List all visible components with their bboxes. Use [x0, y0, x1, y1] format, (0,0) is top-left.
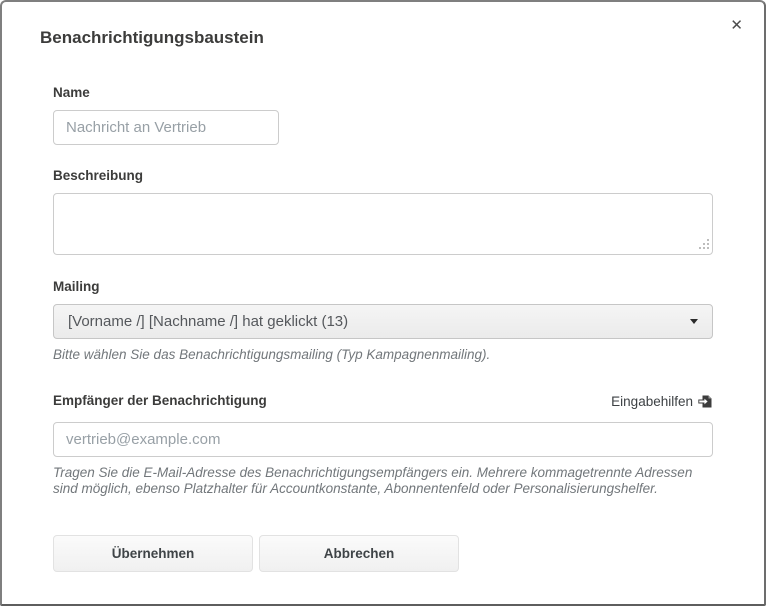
notification-module-dialog: Benachrichtigungsbaustein ✕ Name Beschre…	[0, 0, 766, 606]
mailing-selected-option: [Vorname /] [Nachname /] hat geklickt (1…	[68, 313, 348, 330]
recipient-help-text: Tragen Sie die E-Mail-Adresse des Benach…	[53, 465, 713, 497]
cancel-button[interactable]: Abbrechen	[259, 535, 459, 572]
mailing-select[interactable]: [Vorname /] [Nachname /] hat geklickt (1…	[53, 304, 713, 339]
description-field-group: Beschreibung	[53, 169, 713, 255]
dialog-button-row: Übernehmen Abbrechen	[53, 535, 713, 572]
input-helpers-label: Eingabehilfen	[611, 394, 693, 409]
insert-helper-icon	[698, 394, 713, 409]
chevron-down-icon	[690, 319, 698, 324]
dialog-content: Name Beschreibung Mailing [Vorname /] [N…	[53, 86, 713, 572]
recipient-label-row: Empfänger der Benachrichtigung Eingabehi…	[53, 394, 713, 409]
description-label: Beschreibung	[53, 169, 713, 183]
name-input[interactable]	[53, 110, 279, 145]
recipient-field-group: Empfänger der Benachrichtigung Eingabehi…	[53, 394, 713, 497]
mailing-help-text: Bitte wählen Sie das Benachrichtigungsma…	[53, 347, 713, 363]
apply-button[interactable]: Übernehmen	[53, 535, 253, 572]
resize-grip-icon[interactable]	[707, 247, 709, 249]
name-field-group: Name	[53, 86, 713, 145]
recipient-input[interactable]	[53, 422, 713, 457]
mailing-field-group: Mailing [Vorname /] [Nachname /] hat gek…	[53, 280, 713, 363]
mailing-label: Mailing	[53, 280, 713, 294]
name-label: Name	[53, 86, 713, 100]
recipient-label: Empfänger der Benachrichtigung	[53, 394, 267, 408]
description-textarea[interactable]	[53, 193, 713, 255]
description-textarea-wrap	[53, 193, 713, 255]
dialog-title: Benachrichtigungsbaustein	[40, 28, 764, 48]
input-helpers-link[interactable]: Eingabehilfen	[611, 394, 713, 409]
close-icon[interactable]: ✕	[730, 18, 743, 33]
